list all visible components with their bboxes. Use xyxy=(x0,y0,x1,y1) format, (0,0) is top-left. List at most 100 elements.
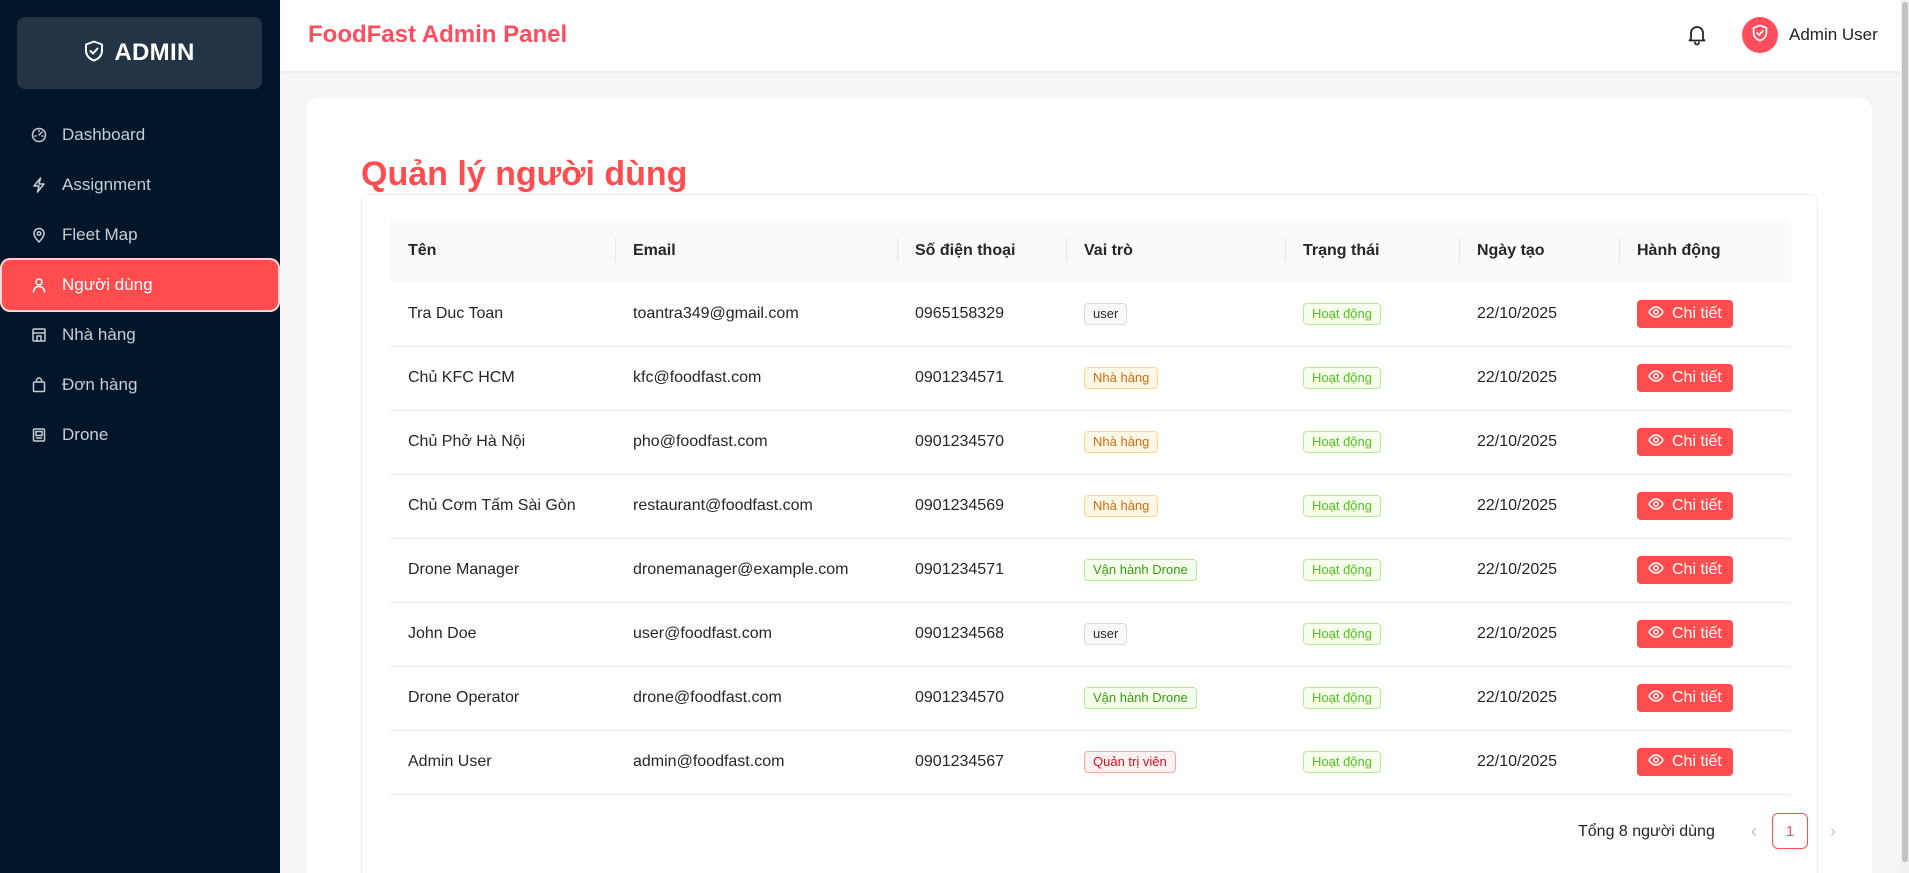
table-row: Admin User admin@foodfast.com 0901234567 Qu… xyxy=(390,730,1791,794)
top-header: FoodFast Admin Panel Admin User xyxy=(280,0,1909,71)
sidebar-item-drone[interactable]: Drone xyxy=(0,410,280,460)
cell-role: Nhà hàng xyxy=(1066,346,1285,410)
bell-icon[interactable] xyxy=(1685,22,1709,46)
scrollbar-thumb[interactable] xyxy=(1902,2,1908,862)
chevron-left-icon[interactable]: ‹ xyxy=(1742,819,1766,843)
user-name[interactable]: Admin User xyxy=(1789,25,1878,45)
users-table: Tên Email Số điện thoại Vai trò Trạng th… xyxy=(390,220,1791,795)
chevron-right-icon[interactable]: › xyxy=(1821,819,1845,843)
detail-button[interactable]: Chi tiết xyxy=(1637,364,1733,392)
cell-action: Chi tiết xyxy=(1619,730,1791,794)
detail-button[interactable]: Chi tiết xyxy=(1637,299,1733,328)
cell-role: Nhà hàng xyxy=(1066,410,1285,474)
column-header: Số điện thoại xyxy=(897,220,1066,282)
cell-action: Chi tiết xyxy=(1619,410,1791,474)
user-icon xyxy=(30,276,48,294)
detail-button[interactable]: Chi tiết xyxy=(1637,748,1733,776)
detail-button-label: Chi tiết xyxy=(1672,497,1722,514)
column-header: Vai trò xyxy=(1066,220,1285,282)
pagination-total: Tổng 8 người dùng xyxy=(1578,823,1715,840)
sidebar-item-orders[interactable]: Đơn hàng xyxy=(0,360,280,410)
table-row: John Doe user@foodfast.com 0901234568 user H… xyxy=(390,602,1791,666)
cell-action: Chi tiết xyxy=(1619,602,1791,666)
sidebar-item-label: Đơn hàng xyxy=(62,375,138,394)
cell-role: Nhà hàng xyxy=(1066,474,1285,538)
status-badge: Hoạt động xyxy=(1303,431,1381,453)
detail-button[interactable]: Chi tiết xyxy=(1637,492,1733,520)
column-header: Hành động xyxy=(1619,220,1791,282)
cell-created: 22/10/2025 xyxy=(1477,497,1558,514)
cell-email: pho@foodfast.com xyxy=(633,433,768,450)
cell-name: John Doe xyxy=(408,625,477,642)
shopping-bag-icon xyxy=(30,376,48,394)
cell-status: Hoạt động xyxy=(1285,474,1459,538)
sidebar-item-label: Nhà hàng xyxy=(62,325,136,344)
sidebar-item-dashboard[interactable]: Dashboard xyxy=(0,110,280,160)
role-badge: user xyxy=(1084,623,1128,645)
sidebar-item-users[interactable]: Người dùng xyxy=(2,260,278,310)
detail-button-label: Chi tiết xyxy=(1672,433,1722,450)
shield-icon xyxy=(1752,24,1768,47)
cell-name: Chủ KFC HCM xyxy=(408,369,515,386)
lightning-icon xyxy=(30,176,48,194)
eye-icon xyxy=(1648,625,1664,643)
cell-status: Hoạt động xyxy=(1285,730,1459,794)
avatar[interactable] xyxy=(1742,17,1778,53)
cell-email: user@foodfast.com xyxy=(633,625,772,642)
status-badge: Hoạt động xyxy=(1303,367,1381,389)
column-header: Trạng thái xyxy=(1285,220,1459,282)
cell-phone: 0901234568 xyxy=(915,625,1004,642)
cell-role: user xyxy=(1066,602,1285,666)
cell-created: 22/10/2025 xyxy=(1477,753,1558,770)
admin-brand[interactable]: ADMIN xyxy=(17,17,262,89)
cell-email: drone@foodfast.com xyxy=(633,689,782,706)
shield-icon xyxy=(84,40,104,67)
cell-role: user xyxy=(1066,282,1285,346)
cell-status: Hoạt động xyxy=(1285,538,1459,602)
status-badge: Hoạt động xyxy=(1303,302,1381,325)
cell-status: Hoạt động xyxy=(1285,282,1459,346)
cell-name: Drone Manager xyxy=(408,561,520,578)
detail-button-label: Chi tiết xyxy=(1672,689,1722,706)
dashboard-icon xyxy=(30,126,48,144)
drone-icon xyxy=(30,426,48,444)
cell-created: 22/10/2025 xyxy=(1477,625,1558,642)
shop-icon xyxy=(30,326,48,344)
cell-action: Chi tiết xyxy=(1619,346,1791,410)
pagination: Tổng 8 người dùng ‹ 1 › xyxy=(362,811,1836,851)
detail-button[interactable]: Chi tiết xyxy=(1637,620,1733,648)
detail-button[interactable]: Chi tiết xyxy=(1637,556,1733,584)
sidebar: ADMIN Dashboard Assignment Fleet Map Ngư… xyxy=(0,0,280,873)
cell-email: kfc@foodfast.com xyxy=(633,369,762,386)
table-row: Drone Operator drone@foodfast.com 09012345… xyxy=(390,666,1791,730)
brand-label: ADMIN xyxy=(114,39,195,66)
status-badge: Hoạt động xyxy=(1303,623,1381,645)
table-row: Chủ Cơm Tấm Sài Gòn restaurant@foodfast.c… xyxy=(390,474,1791,538)
cell-name: Chủ Phở Hà Nội xyxy=(408,433,526,450)
app-title: FoodFast Admin Panel xyxy=(308,21,568,48)
cell-email: toantra349@gmail.com xyxy=(633,304,799,322)
cell-role: Vận hành Drone xyxy=(1066,538,1285,602)
cell-action: Chi tiết xyxy=(1619,282,1791,346)
eye-icon xyxy=(1648,561,1664,579)
cell-email: admin@foodfast.com xyxy=(633,753,785,770)
status-badge: Hoạt động xyxy=(1303,559,1381,581)
map-pin-icon xyxy=(30,226,48,244)
cell-name: Tra Duc Toan xyxy=(408,304,504,322)
detail-button[interactable]: Chi tiết xyxy=(1637,684,1733,712)
cell-name: Chủ Cơm Tấm Sài Gòn xyxy=(408,497,576,514)
column-header: Email xyxy=(615,220,897,282)
cell-created: 22/10/2025 xyxy=(1477,561,1558,578)
role-badge: Nhà hàng xyxy=(1084,367,1159,389)
sidebar-item-fleet-map[interactable]: Fleet Map xyxy=(0,210,280,260)
cell-created: 22/10/2025 xyxy=(1477,433,1558,450)
sidebar-item-restaurants[interactable]: Nhà hàng xyxy=(0,310,280,360)
page-scrollbar[interactable] xyxy=(1901,0,1909,873)
page-button[interactable]: 1 xyxy=(1772,813,1808,849)
sidebar-item-label: Drone xyxy=(62,425,109,444)
role-badge: user xyxy=(1084,302,1128,325)
table-row: Chủ KFC HCM kfc@foodfast.com 0901234571 Nhà… xyxy=(390,346,1791,410)
sidebar-item-assignment[interactable]: Assignment xyxy=(0,160,280,210)
detail-button[interactable]: Chi tiết xyxy=(1637,428,1733,456)
cell-phone: 0901234570 xyxy=(915,433,1004,450)
